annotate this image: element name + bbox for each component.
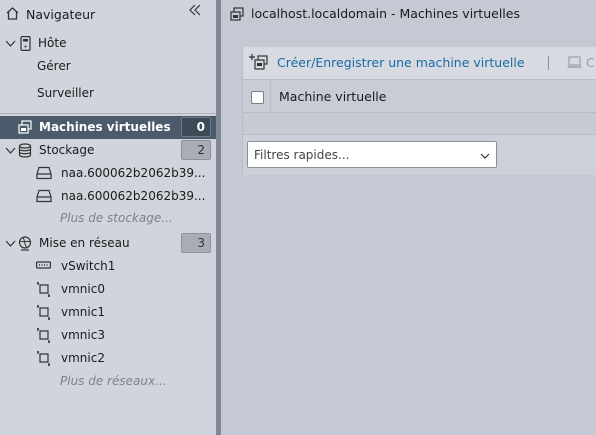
chevron-down-icon [480,150,490,164]
network-globe-icon [18,236,32,254]
divider [0,113,216,114]
virtual-machine-icon [230,7,244,24]
disk-icon [36,166,52,183]
nav-item-label: naa.600062b2062b39... [61,189,206,203]
count-badge: 0 [181,117,211,137]
nav-item-label: Machines virtuelles [39,120,171,134]
nav-item-label: Gérer [37,59,71,73]
column-header-vm[interactable]: Machine virtuelle [279,89,386,104]
nav-item-label: Hôte [38,36,67,50]
nav-item-nic[interactable]: vmnic1 [0,301,216,324]
create-register-vm-button[interactable]: Créer/Enregistrer une machine virtuelle [277,55,525,70]
nav-item-label: vSwitch1 [61,259,116,273]
nav-item-nic[interactable]: vmnic3 [0,324,216,347]
count-badge: 2 [181,140,211,160]
column-divider [270,80,271,113]
nav-item-monitor[interactable]: Surveiller [0,82,216,105]
console-button[interactable]: C [586,55,595,70]
nav-item-vswitch[interactable]: vSwitch1 [0,255,216,278]
nav-item-label: Surveiller [37,86,94,100]
nav-item-host[interactable]: Hôte [0,32,216,55]
database-icon [18,143,32,161]
switch-icon [36,259,52,275]
nav-item-storage[interactable]: Stockage 2 [0,139,216,162]
nav-item-more-storage[interactable]: Plus de stockage... [0,207,216,230]
home-icon [5,6,20,24]
nav-item-label: Stockage [39,143,95,157]
nav-item-more-networks[interactable]: Plus de réseaux... [0,370,216,393]
navigator-panel: Navigateur Hôte Gérer Surveiller Machine… [0,0,216,435]
network-adapter-icon [36,328,51,346]
collapse-navigator-icon[interactable] [188,3,202,21]
nav-item-label: Plus de réseaux... [60,374,167,388]
table-header: Machine virtuelle [243,79,596,113]
console-icon[interactable] [567,56,582,72]
chevron-down-icon[interactable] [5,145,16,159]
network-adapter-icon [36,351,51,369]
page-title-text: localhost.localdomain - Machines virtuel… [251,6,520,21]
quick-filters-value: Filtres rapides... [254,148,350,162]
network-adapter-icon [36,305,51,323]
chevron-down-icon[interactable] [5,238,16,252]
nav-item-manage[interactable]: Gérer [0,55,216,78]
nav-item-label: vmnic0 [61,282,105,296]
nav-item-nic[interactable]: vmnic2 [0,347,216,370]
nav-item-datastore[interactable]: naa.600062b2062b39... [0,185,216,208]
nav-item-label: vmnic1 [61,305,105,319]
select-all-checkbox[interactable] [251,91,264,104]
virtual-machine-icon [18,120,32,137]
panel-splitter[interactable] [216,0,221,435]
nav-item-label: naa.600062b2062b39... [61,166,206,180]
nav-item-label: vmnic2 [61,351,105,365]
nav-item-label: Plus de stockage... [60,211,173,225]
table-empty-row [243,113,596,135]
nav-item-label: Mise en réseau [39,236,130,250]
toolbar-separator [548,56,549,70]
nav-item-datastore[interactable]: naa.600062b2062b39... [0,162,216,185]
nav-item-virtual-machines[interactable]: Machines virtuelles 0 [0,116,216,139]
quick-filters-select[interactable]: Filtres rapides... [247,141,497,168]
create-vm-icon[interactable] [248,53,270,74]
disk-icon [36,189,52,206]
toolbar: Créer/Enregistrer une machine virtuelle … [243,47,596,79]
count-badge: 3 [181,233,211,253]
nav-item-nic[interactable]: vmnic0 [0,278,216,301]
navigator-title: Navigateur [26,7,96,22]
nav-item-networking[interactable]: Mise en réseau 3 [0,232,216,255]
network-adapter-icon [36,282,51,300]
host-icon [20,36,31,54]
vm-list-panel: Créer/Enregistrer une machine virtuelle … [242,47,596,175]
chevron-down-icon[interactable] [5,38,16,52]
nav-item-label: vmnic3 [61,328,105,342]
navigator-header: Navigateur [0,0,216,28]
